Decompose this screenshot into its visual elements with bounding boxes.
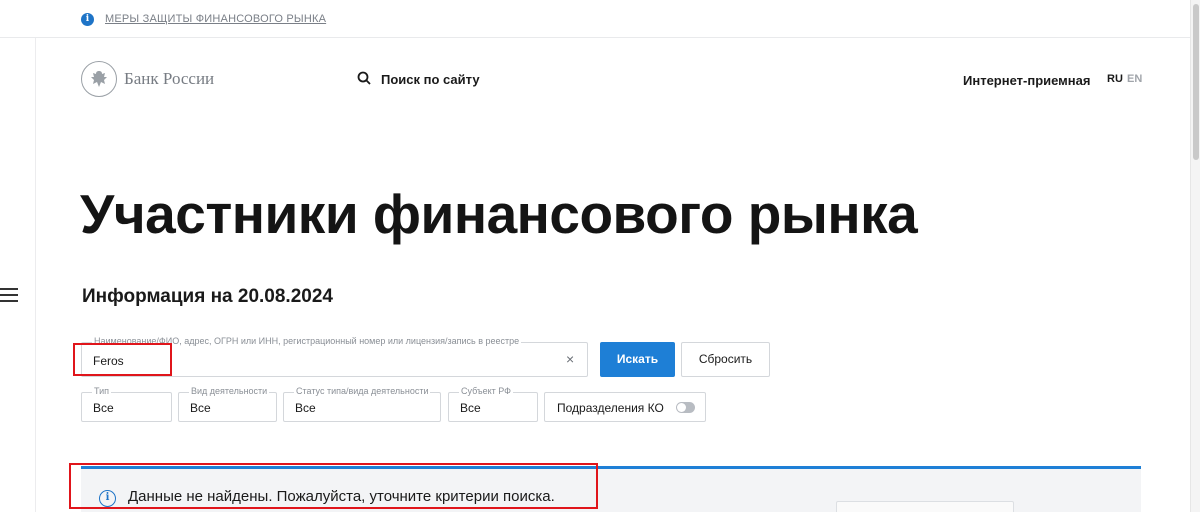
- highlight-result-box: [69, 463, 598, 509]
- status-value[interactable]: Все: [295, 401, 316, 415]
- branches-label: Подразделения КО: [557, 401, 664, 415]
- type-select[interactable]: Тип Все: [81, 386, 172, 422]
- type-value[interactable]: Все: [93, 401, 114, 415]
- sidebar-divider: [35, 38, 36, 512]
- info-icon: i: [81, 13, 94, 26]
- branches-toggle[interactable]: [676, 402, 695, 413]
- search-icon[interactable]: [357, 71, 371, 85]
- region-value[interactable]: Все: [460, 401, 481, 415]
- market-protection-link[interactable]: МЕРЫ ЗАЩИТЫ ФИНАНСОВОГО РЫНКА: [105, 13, 326, 25]
- search-button[interactable]: Искать: [600, 342, 675, 377]
- logo-text[interactable]: Банк России: [124, 69, 214, 89]
- result-side-box: [836, 501, 1014, 512]
- region-select[interactable]: Субъект РФ Все: [448, 386, 538, 422]
- activity-value[interactable]: Все: [190, 401, 211, 415]
- menu-icon[interactable]: [0, 288, 18, 302]
- region-legend: Субъект РФ: [459, 386, 513, 396]
- internet-reception-link[interactable]: Интернет-приемная: [963, 73, 1090, 88]
- highlight-query-box: [73, 343, 172, 376]
- page: i МЕРЫ ЗАЩИТЫ ФИНАНСОВОГО РЫНКА Банк Рос…: [0, 0, 1200, 512]
- status-select[interactable]: Статус типа/вида деятельности Все: [283, 386, 441, 422]
- page-title: Участники финансового рынка: [80, 183, 918, 245]
- top-notice-bar: i МЕРЫ ЗАЩИТЫ ФИНАНСОВОГО РЫНКА: [0, 0, 1190, 38]
- reset-button[interactable]: Сбросить: [681, 342, 770, 377]
- status-legend: Статус типа/вида деятельности: [294, 386, 431, 396]
- branches-filter[interactable]: Подразделения КО: [544, 392, 706, 422]
- lang-ru-link[interactable]: RU: [1107, 73, 1123, 85]
- toggle-knob: [677, 403, 686, 412]
- activity-select[interactable]: Вид деятельности Все: [178, 386, 277, 422]
- clear-icon[interactable]: ×: [566, 351, 574, 367]
- bank-emblem-icon[interactable]: [81, 61, 117, 97]
- activity-legend: Вид деятельности: [189, 386, 270, 396]
- info-date-heading: Информация на 20.08.2024: [82, 286, 333, 307]
- scrollbar[interactable]: [1190, 0, 1200, 512]
- lang-en-link[interactable]: EN: [1127, 73, 1142, 85]
- scrollbar-thumb[interactable]: [1193, 4, 1199, 160]
- site-search-link[interactable]: Поиск по сайту: [381, 72, 480, 87]
- type-legend: Тип: [92, 386, 112, 396]
